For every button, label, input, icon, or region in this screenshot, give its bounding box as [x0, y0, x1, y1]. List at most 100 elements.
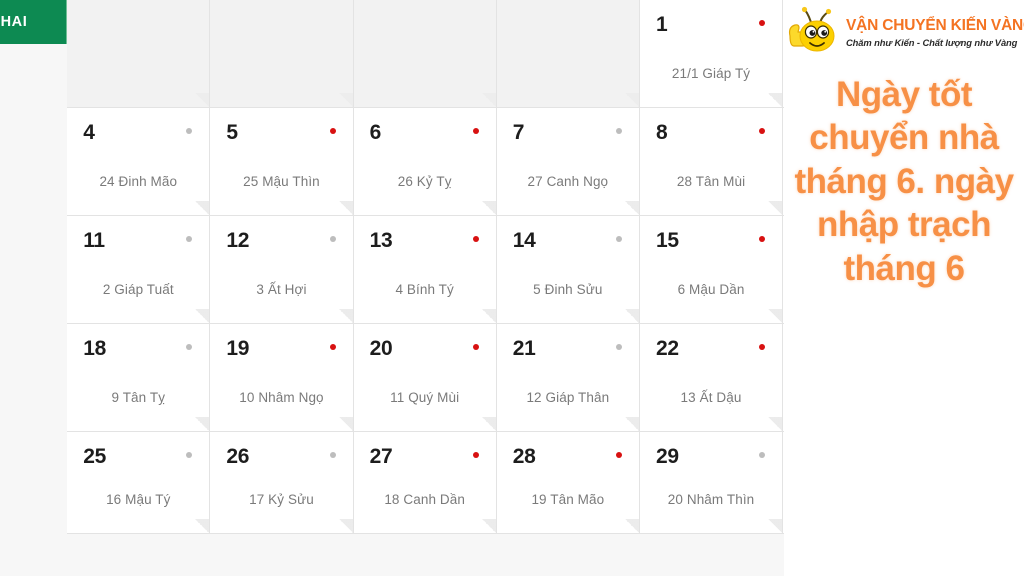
lunar-date-label: 20 Nhâm Thìn — [667, 492, 755, 507]
screenshot-root: THỨ HAITHỨ BATHỨ TƯTHỨ NĂMTHỨ SÁUTHỨ BẢY… — [0, 0, 1024, 576]
month-calendar: THỨ HAITHỨ BATHỨ TƯTHỨ NĂMTHỨ SÁUTHỨ BẢY… — [0, 0, 784, 576]
cell-fold-corner — [195, 519, 210, 533]
cell-fold-corner — [768, 93, 783, 107]
day-number: 12 — [226, 229, 250, 252]
day-status-dot-red — [472, 128, 479, 134]
day-number: 11 — [83, 229, 105, 252]
lunar-date-label: 9 Tân Tỵ — [111, 390, 166, 405]
calendar-day-cell[interactable]: 19 10 Nhâm Ngọ — [210, 324, 354, 432]
cell-fold-corner — [481, 417, 496, 431]
day-status-dot-red — [472, 236, 479, 242]
calendar-day-cell[interactable]: 22 13 Ất Dậu — [639, 324, 784, 432]
calendar-day-cell[interactable]: 21 12 Giáp Thân — [496, 324, 640, 432]
day-number: 29 — [655, 445, 679, 468]
day-number: 7 — [512, 121, 525, 144]
lunar-date-label: 17 Kỷ Sửu — [249, 492, 314, 507]
day-number: 21 — [512, 337, 536, 360]
lunar-date-label: 10 Nhâm Ngọ — [239, 390, 324, 405]
cell-fold-corner — [624, 519, 639, 533]
day-number: 20 — [369, 337, 393, 360]
cell-fold-corner — [624, 201, 639, 215]
logo-tagline: Chăm như Kiến - Chất lượng như Vàng — [846, 36, 1018, 48]
calendar-day-cell[interactable]: 7 27 Canh Ngọ — [496, 108, 640, 216]
lunar-date-label: 21/1 Giáp Tý — [671, 66, 751, 81]
calendar-day-cell[interactable]: 13 4 Bính Tý — [353, 216, 497, 324]
lunar-date-label: 24 Đinh Mão — [99, 174, 178, 189]
cell-fold-corner — [195, 93, 210, 107]
lunar-date-label: 26 Kỷ Tỵ — [397, 174, 452, 189]
calendar-week-row: 4 24 Đinh Mão 5 25 Mậu Thìn 6 26 Kỷ Tỵ 7 27 Can… — [67, 108, 784, 216]
day-number: 1 — [655, 13, 668, 36]
calendar-day-cell[interactable]: 8 28 Tân Mùi — [639, 108, 784, 216]
cell-fold-corner — [338, 201, 353, 215]
calendar-day-cell[interactable]: 25 16 Mậu Tý — [67, 432, 211, 534]
logo-title: VẬN CHUYỂN KIẾN VÀNG — [846, 17, 1024, 35]
cell-fold-corner — [768, 519, 783, 533]
day-status-dot-grey — [615, 128, 622, 134]
day-status-dot-red — [472, 344, 479, 350]
brand-logo[interactable]: VẬN CHUYỂN KIẾN VÀNG Chăm như Kiến - Chấ… — [784, 0, 1024, 59]
calendar-day-cell[interactable]: 15 6 Mậu Dần — [639, 216, 784, 324]
calendar-day-cell[interactable]: 11 2 Giáp Tuất — [67, 216, 211, 324]
lunar-date-label: 18 Canh Dần — [384, 492, 465, 507]
day-status-dot-grey — [329, 452, 336, 458]
cell-fold-corner — [768, 309, 783, 323]
cell-fold-corner — [624, 93, 639, 107]
cell-fold-corner — [338, 309, 353, 323]
lunar-date-label: 2 Giáp Tuất — [102, 282, 174, 297]
calendar-day-cell[interactable]: 6 26 Kỷ Tỵ — [353, 108, 497, 216]
lunar-date-label: 4 Bính Tý — [395, 282, 454, 297]
calendar-week-row: 11 2 Giáp Tuất 12 3 Ất Hợi 13 4 Bính Tý 14 5 Đi… — [67, 216, 784, 324]
day-number: 13 — [369, 229, 393, 252]
calendar-week-row: 121/1 Giáp Tý222 Ất Sửu323 Bính Dần — [67, 0, 784, 108]
calendar-day-cell[interactable]: 28 19 Tân Mão — [496, 432, 640, 534]
cell-fold-corner — [195, 417, 210, 431]
cell-fold-corner — [768, 201, 783, 215]
calendar-day-cell[interactable]: 18 9 Tân Tỵ — [67, 324, 211, 432]
lunar-date-label: 27 Canh Ngọ — [527, 174, 609, 189]
lunar-date-label: 19 Tân Mão — [531, 492, 605, 507]
day-number: 28 — [512, 445, 536, 468]
promo-panel: VẬN CHUYỂN KIẾN VÀNG Chăm như Kiến - Chấ… — [784, 0, 1024, 576]
day-status-dot-red — [472, 452, 479, 458]
calendar-day-cell[interactable]: 5 25 Mậu Thìn — [210, 108, 354, 216]
day-number: 19 — [226, 337, 250, 360]
calendar-week-row: 18 9 Tân Tỵ 19 10 Nhâm Ngọ 20 11 Quý Mùi 21 12 … — [67, 324, 784, 432]
calendar-day-cell[interactable]: 29 20 Nhâm Thìn — [639, 432, 784, 534]
calendar-day-cell[interactable]: 1 21/1 Giáp Tý — [639, 0, 784, 108]
cell-fold-corner — [481, 519, 496, 533]
ant-mascot-icon — [786, 6, 842, 59]
calendar-day-cell[interactable]: 12 3 Ất Hợi — [210, 216, 354, 324]
calendar-day-cell[interactable]: 14 5 Đinh Sửu — [496, 216, 640, 324]
cell-fold-corner — [195, 201, 210, 215]
cell-fold-corner — [481, 201, 496, 215]
calendar-day-cell-empty — [496, 0, 640, 108]
calendar-day-cell[interactable]: 26 17 Kỷ Sửu — [210, 432, 354, 534]
calendar-day-cell[interactable]: 27 18 Canh Dần — [353, 432, 497, 534]
calendar-week-row: 25 16 Mậu Tý 26 17 Kỷ Sửu 27 18 Canh Dần 28 19 … — [67, 432, 784, 534]
promo-headline: Ngày tốt chuyển nhà tháng 6. ngày nhập t… — [794, 75, 1014, 288]
day-number: 27 — [369, 445, 393, 468]
cell-fold-corner — [195, 309, 210, 323]
day-number: 5 — [226, 121, 238, 144]
calendar-day-cell-empty — [67, 0, 211, 108]
cell-fold-corner — [624, 417, 639, 431]
day-status-dot-red — [615, 452, 622, 458]
cell-fold-corner — [624, 309, 639, 323]
calendar-day-cell[interactable]: 4 24 Đinh Mão — [67, 108, 211, 216]
lunar-date-label: 5 Đinh Sửu — [533, 282, 603, 297]
calendar-day-cell[interactable]: 20 11 Quý Mùi — [353, 324, 497, 432]
calendar-day-cell-empty — [210, 0, 354, 108]
cell-fold-corner — [481, 93, 496, 107]
lunar-date-label: 11 Quý Mùi — [390, 390, 460, 405]
cell-fold-corner — [338, 417, 353, 431]
cell-fold-corner — [768, 417, 783, 431]
day-status-dot-red — [329, 128, 336, 134]
day-number: 4 — [83, 121, 95, 144]
cell-fold-corner — [338, 519, 353, 533]
lunar-date-label: 16 Mậu Tý — [106, 492, 171, 507]
weekday-header-0: THỨ HAI — [0, 0, 68, 44]
day-number: 22 — [655, 337, 679, 360]
lunar-date-label: 6 Mậu Dần — [677, 282, 745, 297]
cell-fold-corner — [481, 309, 496, 323]
